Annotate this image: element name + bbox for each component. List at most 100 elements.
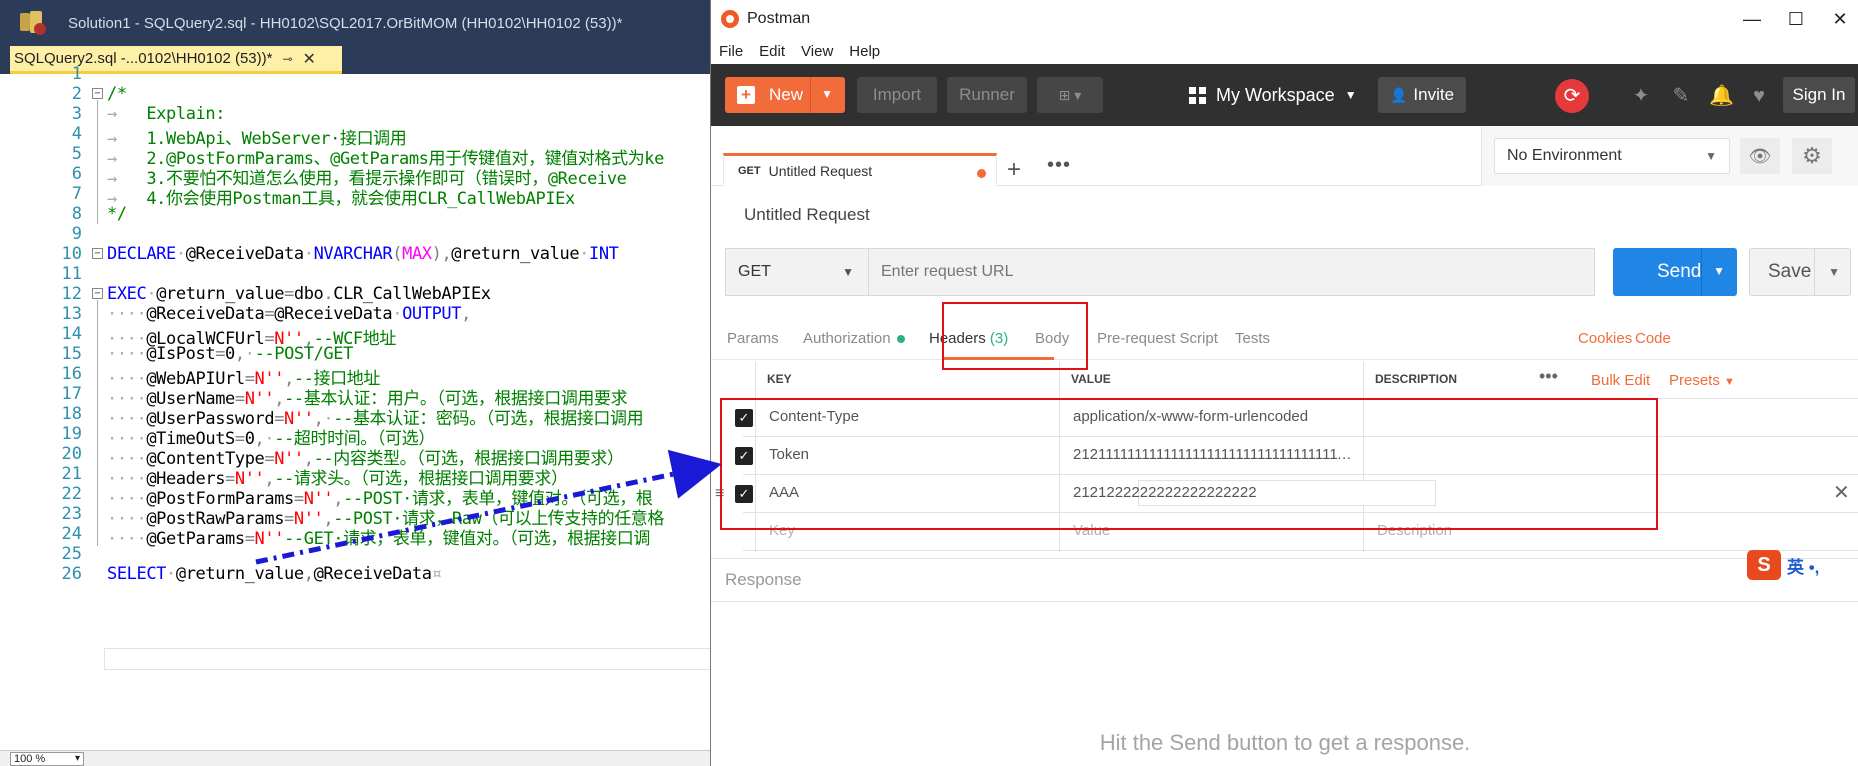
wrench-icon[interactable]: ✎ [1669,84,1693,108]
minimize-icon[interactable]: — [1739,6,1765,32]
new-description-placeholder[interactable]: Description [1377,522,1452,539]
ime-mode-label: 英 •, [1787,557,1820,577]
column-divider [1363,362,1364,552]
header-value-cell[interactable]: 2121222222222222222222 [1073,484,1353,501]
close-icon[interactable]: ✕ [1833,480,1850,505]
new-window-button[interactable]: ⊞ ▾ [1037,77,1103,113]
fold-toggle-icon[interactable]: − [92,248,103,259]
zoom-select[interactable]: 100 % [10,752,84,766]
chevron-down-icon: ▼ [1705,149,1717,163]
close-icon[interactable]: ✕ [1827,6,1853,32]
add-tab-icon[interactable]: + [1007,156,1021,184]
sync-icon[interactable]: ⟳ [1555,79,1589,113]
import-button[interactable]: Import [857,77,937,113]
header-row-checkbox[interactable]: ✓ [735,447,753,465]
line-number: 9 [71,224,82,244]
presets-label: Presets [1669,372,1720,389]
eye-icon[interactable]: 👁 [1740,138,1780,174]
header-key-cell[interactable]: Token [769,446,1049,463]
send-button[interactable]: Send ▼ [1613,248,1737,296]
tab-prerequest-script[interactable]: Pre-request Script [1097,330,1218,347]
runner-button[interactable]: Runner [947,77,1027,113]
header-value-cell[interactable]: 2121111111111111111111111111111111111111… [1073,446,1355,463]
request-tab-bar: GET Untitled Request + ••• [711,126,1481,186]
menu-view[interactable]: View [801,43,833,60]
unsaved-indicator [977,169,986,178]
tab-headers[interactable]: Headers (3) [929,330,1008,347]
new-value-placeholder[interactable]: Value [1073,522,1110,539]
code-link[interactable]: Code [1635,330,1671,347]
response-label: Response [725,570,802,589]
chevron-down-icon[interactable]: ▼ [1713,264,1725,278]
tab-params[interactable]: Params [727,330,779,347]
header-key-cell[interactable]: Content-Type [769,408,1049,425]
more-icon[interactable]: ••• [1539,366,1558,387]
line-number: 4 [71,124,82,144]
header-key-cell[interactable]: AAA [769,484,1049,501]
request-tab[interactable]: GET Untitled Request [723,153,997,186]
gear-icon[interactable]: ⚙ [1792,138,1832,174]
workspace-selector[interactable]: My Workspace ▼ [1189,77,1357,113]
maximize-icon[interactable]: ☐ [1783,6,1809,32]
chevron-down-icon: ▼ [1344,88,1357,102]
chevron-down-icon[interactable]: ▼ [1828,265,1840,279]
environment-label: No Environment [1507,147,1622,164]
drag-handle-icon[interactable]: ≡ [715,485,724,503]
header-row-checkbox[interactable]: ✓ [735,409,753,427]
ssms-tab-bar: SQLQuery2.sql -...0102\HH0102 (53))* ⊸ ✕ [0,46,712,74]
line-number: 1 [71,64,82,84]
more-icon[interactable]: ••• [1047,154,1071,177]
line-number: 25 [61,544,82,564]
chevron-down-icon[interactable]: ▼ [821,87,833,101]
code-line-2: /* [107,84,127,104]
code-line-10: DECLARE·@ReceiveData·NVARCHAR(MAX),@retu… [107,244,619,264]
column-divider [755,362,756,552]
line-number: 15 [61,344,82,364]
method-select[interactable]: GET ▼ [725,248,869,296]
tab-authorization[interactable]: Authorization [803,330,905,347]
heart-icon[interactable]: ♥ [1747,84,1771,108]
bulk-edit-link[interactable]: Bulk Edit [1591,372,1650,389]
header-value-cell[interactable]: application/x-www-form-urlencoded [1073,408,1353,425]
cookies-link[interactable]: Cookies [1578,330,1632,347]
new-key-placeholder[interactable]: Key [769,522,795,539]
menu-file[interactable]: File [719,43,743,60]
ssms-logo-icon [18,9,46,37]
header-row-checkbox[interactable]: ✓ [735,485,753,503]
line-number: 12 [61,284,82,304]
satellite-icon[interactable]: ✦ [1629,84,1653,108]
sql-editor[interactable]: 1 2 3 4 5 6 7 8 9 10 11 12 13 14 15 16 17 18 19 20 21 22 23 24 2… [0,64,712,750]
workspace-grid-icon [1189,86,1206,104]
postman-window: Postman — ☐ ✕ File Edit View Help + New … [710,0,1858,766]
bell-icon[interactable]: 🔔 [1709,84,1734,108]
line-number: 18 [61,404,82,424]
url-input[interactable] [869,248,1595,296]
presets-dropdown[interactable]: Presets ▼ [1669,372,1735,389]
menu-help[interactable]: Help [849,43,880,60]
pin-icon[interactable]: ⊸ [282,52,292,66]
ime-toolbar[interactable]: S 英 •, [1747,550,1819,580]
status-dot-icon [896,335,905,344]
line-number: 26 [61,564,82,584]
send-label: Send [1657,261,1702,282]
request-name[interactable]: Untitled Request [744,205,870,225]
new-button[interactable]: + New ▼ [725,77,845,113]
close-icon[interactable]: ✕ [303,49,316,69]
line-number: 7 [71,184,82,204]
fold-toggle-icon[interactable]: − [92,288,103,299]
menu-edit[interactable]: Edit [759,43,785,60]
invite-button[interactable]: 👤 Invite [1378,77,1466,113]
column-divider [1059,362,1060,552]
save-divider [1814,249,1815,295]
tab-body[interactable]: Body [1035,330,1069,347]
row-divider [743,550,1858,551]
fold-toggle-icon[interactable]: − [92,88,103,99]
environment-select[interactable]: No Environment ▼ [1494,138,1730,174]
save-label: Save [1768,261,1812,282]
signin-button[interactable]: Sign In [1783,77,1855,113]
save-button[interactable]: Save ▼ [1749,248,1851,296]
tab-tests[interactable]: Tests [1235,330,1270,347]
response-hint: Hit the Send button to get a response. [1099,730,1471,755]
line-number: 14 [61,324,82,344]
send-divider [1701,248,1702,296]
